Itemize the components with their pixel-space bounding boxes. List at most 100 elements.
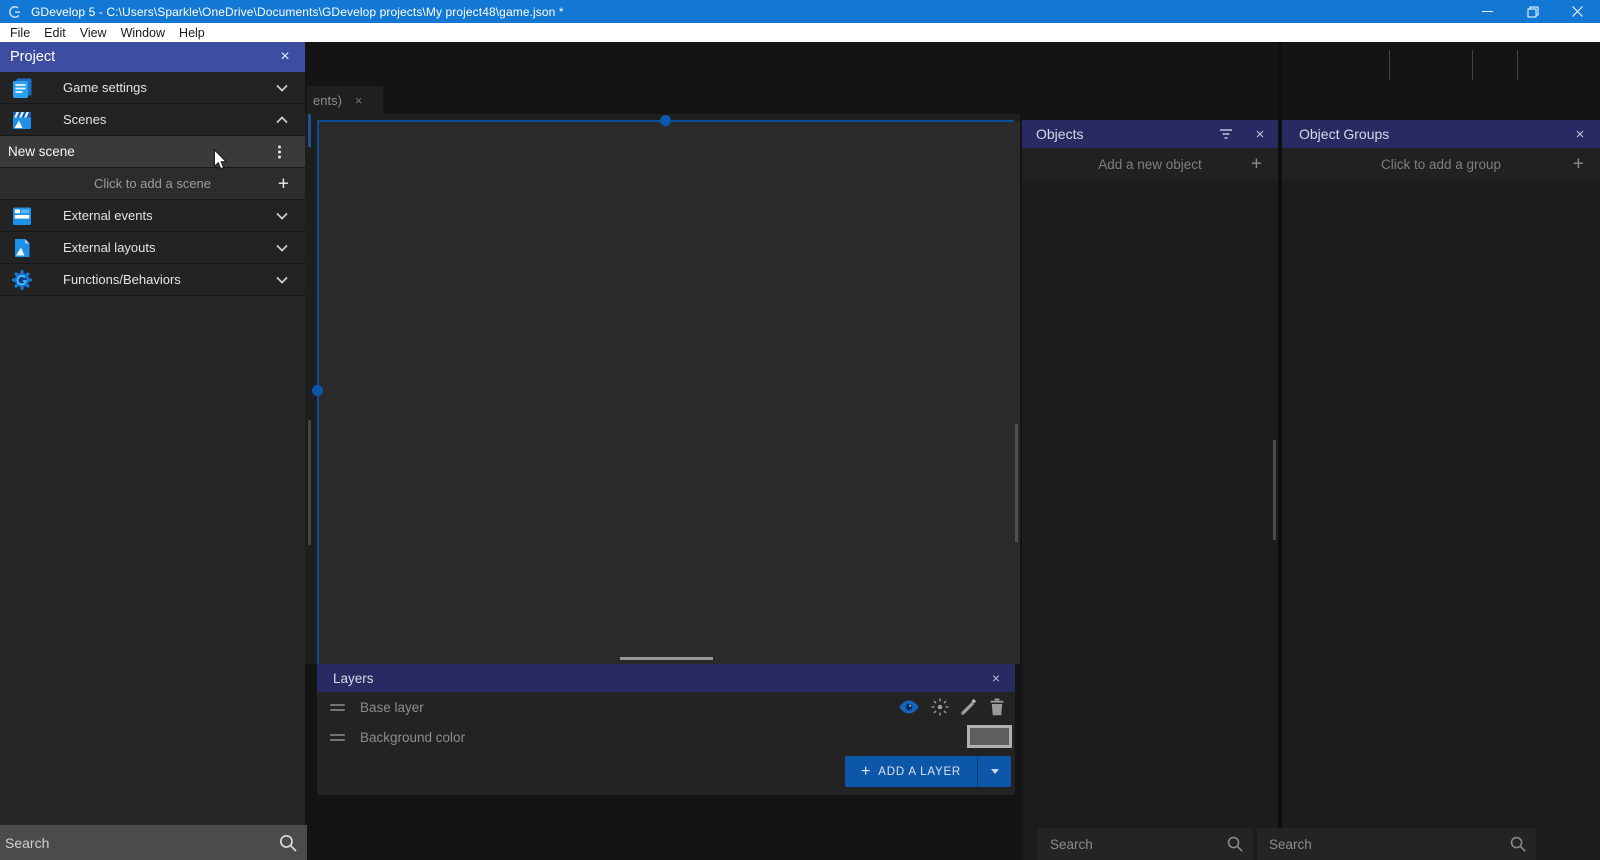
game-window-area[interactable] (318, 121, 1020, 664)
toolbar-separator (1472, 50, 1473, 80)
drag-handle-icon[interactable] (327, 701, 348, 714)
sidebar-item-external-layouts[interactable]: External layouts (0, 232, 305, 264)
objects-search (1038, 828, 1253, 860)
search-icon (278, 833, 298, 853)
search-input[interactable] (1038, 836, 1226, 853)
plus-icon: + (1573, 155, 1584, 174)
add-scene-label: Click to add a scene (94, 176, 211, 191)
layer-row-base[interactable]: Base layer (317, 692, 1015, 722)
menu-file[interactable]: File (3, 26, 37, 40)
add-object-button[interactable]: Add a new object + (1022, 148, 1278, 180)
functions-behaviors-icon (10, 268, 34, 292)
menu-bar: File Edit View Window Help (0, 23, 1600, 42)
search-input[interactable] (0, 834, 278, 852)
gdevelop-logo-icon (8, 5, 22, 19)
tab-label: ents) (313, 93, 342, 108)
add-scene-button[interactable]: Click to add a scene + (0, 168, 305, 200)
add-group-label: Click to add a group (1381, 157, 1501, 172)
external-events-icon (10, 204, 34, 228)
window-controls (1465, 0, 1600, 23)
sidebar-item-external-events[interactable]: External events (0, 200, 305, 232)
add-group-button[interactable]: Click to add a group + (1282, 148, 1600, 180)
layer-actions (898, 692, 1005, 722)
sidebar-item-game-settings[interactable]: Game settings (0, 72, 305, 104)
effects-icon (931, 698, 949, 716)
search-icon (1226, 835, 1244, 853)
resize-handle-left[interactable] (312, 385, 323, 396)
search-input[interactable] (1257, 836, 1509, 853)
gdevelop-window: GDevelop 5 - C:\Users\Sparkle\OneDrive\D… (0, 0, 1600, 860)
project-panel-header: Project × (0, 42, 305, 72)
object-groups-header: Object Groups × (1282, 120, 1600, 148)
resize-handle-top[interactable] (660, 115, 671, 126)
object-groups-search (1257, 828, 1536, 860)
filter-icon (1218, 128, 1234, 140)
minimize-icon (1482, 6, 1493, 17)
window-title: GDevelop 5 - C:\Users\Sparkle\OneDrive\D… (31, 5, 564, 19)
plus-icon: + (861, 764, 870, 780)
chevron-up-icon (276, 116, 288, 124)
canvas-scrollbar-right[interactable] (1015, 424, 1018, 542)
game-settings-icon (10, 76, 34, 100)
sidebar-item-label: External events (63, 208, 153, 223)
background-color-swatch[interactable] (967, 725, 1012, 748)
add-layer-label: ADD A LAYER (878, 766, 961, 778)
restore-button[interactable] (1510, 0, 1555, 23)
project-search (0, 825, 307, 860)
chevron-down-icon (991, 769, 999, 774)
window-titlebar: GDevelop 5 - C:\Users\Sparkle\OneDrive\D… (0, 0, 1600, 23)
chevron-down-icon (276, 244, 288, 252)
objects-scrollbar[interactable] (1273, 440, 1276, 540)
toolbar-separator (1389, 50, 1390, 80)
project-close-button[interactable]: × (274, 42, 296, 72)
layer-edit-button[interactable] (960, 698, 978, 716)
layer-effects-button[interactable] (931, 698, 949, 716)
sidebar-item-scenes[interactable]: Scenes (0, 104, 305, 136)
plus-icon: + (278, 174, 289, 193)
menu-help[interactable]: Help (172, 26, 212, 40)
sidebar-item-label: External layouts (63, 240, 156, 255)
toolbar-separator (1517, 50, 1518, 80)
kebab-menu-icon[interactable] (274, 141, 285, 162)
pencil-icon (960, 698, 978, 716)
layers-panel: Layers × Base layer (317, 664, 1015, 795)
drag-handle-icon[interactable] (327, 731, 348, 744)
scene-item-new-scene[interactable]: New scene (0, 136, 305, 168)
tab-scene-events[interactable]: ents) × (307, 86, 383, 114)
trash-icon (989, 698, 1005, 716)
layers-close-button[interactable]: × (985, 664, 1007, 692)
filter-button[interactable] (1218, 120, 1234, 148)
close-window-button[interactable] (1555, 0, 1600, 23)
object-groups-close-button[interactable]: × (1569, 120, 1591, 148)
layer-row-background-color[interactable]: Background color (317, 722, 1015, 752)
chevron-down-icon (276, 276, 288, 284)
add-layer-button[interactable]: + ADD A LAYER (845, 756, 1011, 787)
menu-window[interactable]: Window (114, 26, 172, 40)
close-icon (1572, 6, 1583, 17)
eye-icon (898, 699, 920, 715)
scenes-icon (10, 108, 34, 132)
sidebar-item-label: Scenes (63, 112, 106, 127)
objects-panel: Objects × Add a new object + (1022, 120, 1278, 860)
object-groups-title: Object Groups (1299, 126, 1389, 142)
chevron-down-icon (276, 212, 288, 220)
objects-close-button[interactable]: × (1249, 120, 1271, 148)
search-icon (1509, 835, 1527, 853)
sidebar-item-functions-behaviors[interactable]: Functions/Behaviors (0, 264, 305, 296)
minimize-button[interactable] (1465, 0, 1510, 23)
canvas-scrollbar-left[interactable] (308, 420, 311, 545)
add-layer-main[interactable]: + ADD A LAYER (845, 756, 977, 787)
menu-view[interactable]: View (73, 26, 114, 40)
layer-visibility-button[interactable] (898, 699, 920, 715)
canvas-scrollbar-horizontal[interactable] (620, 657, 713, 660)
game-window-corner (308, 114, 311, 147)
add-layer-dropdown[interactable] (977, 756, 1011, 787)
menu-edit[interactable]: Edit (37, 26, 73, 40)
add-object-label: Add a new object (1098, 157, 1202, 172)
layer-name: Base layer (360, 700, 424, 715)
tab-close-icon[interactable]: × (355, 93, 363, 108)
sidebar-item-label: Game settings (63, 80, 147, 95)
layer-delete-button[interactable] (989, 698, 1005, 716)
layers-panel-header: Layers × (317, 664, 1015, 692)
project-panel: Project × Game settings Scenes New sce (0, 42, 305, 860)
